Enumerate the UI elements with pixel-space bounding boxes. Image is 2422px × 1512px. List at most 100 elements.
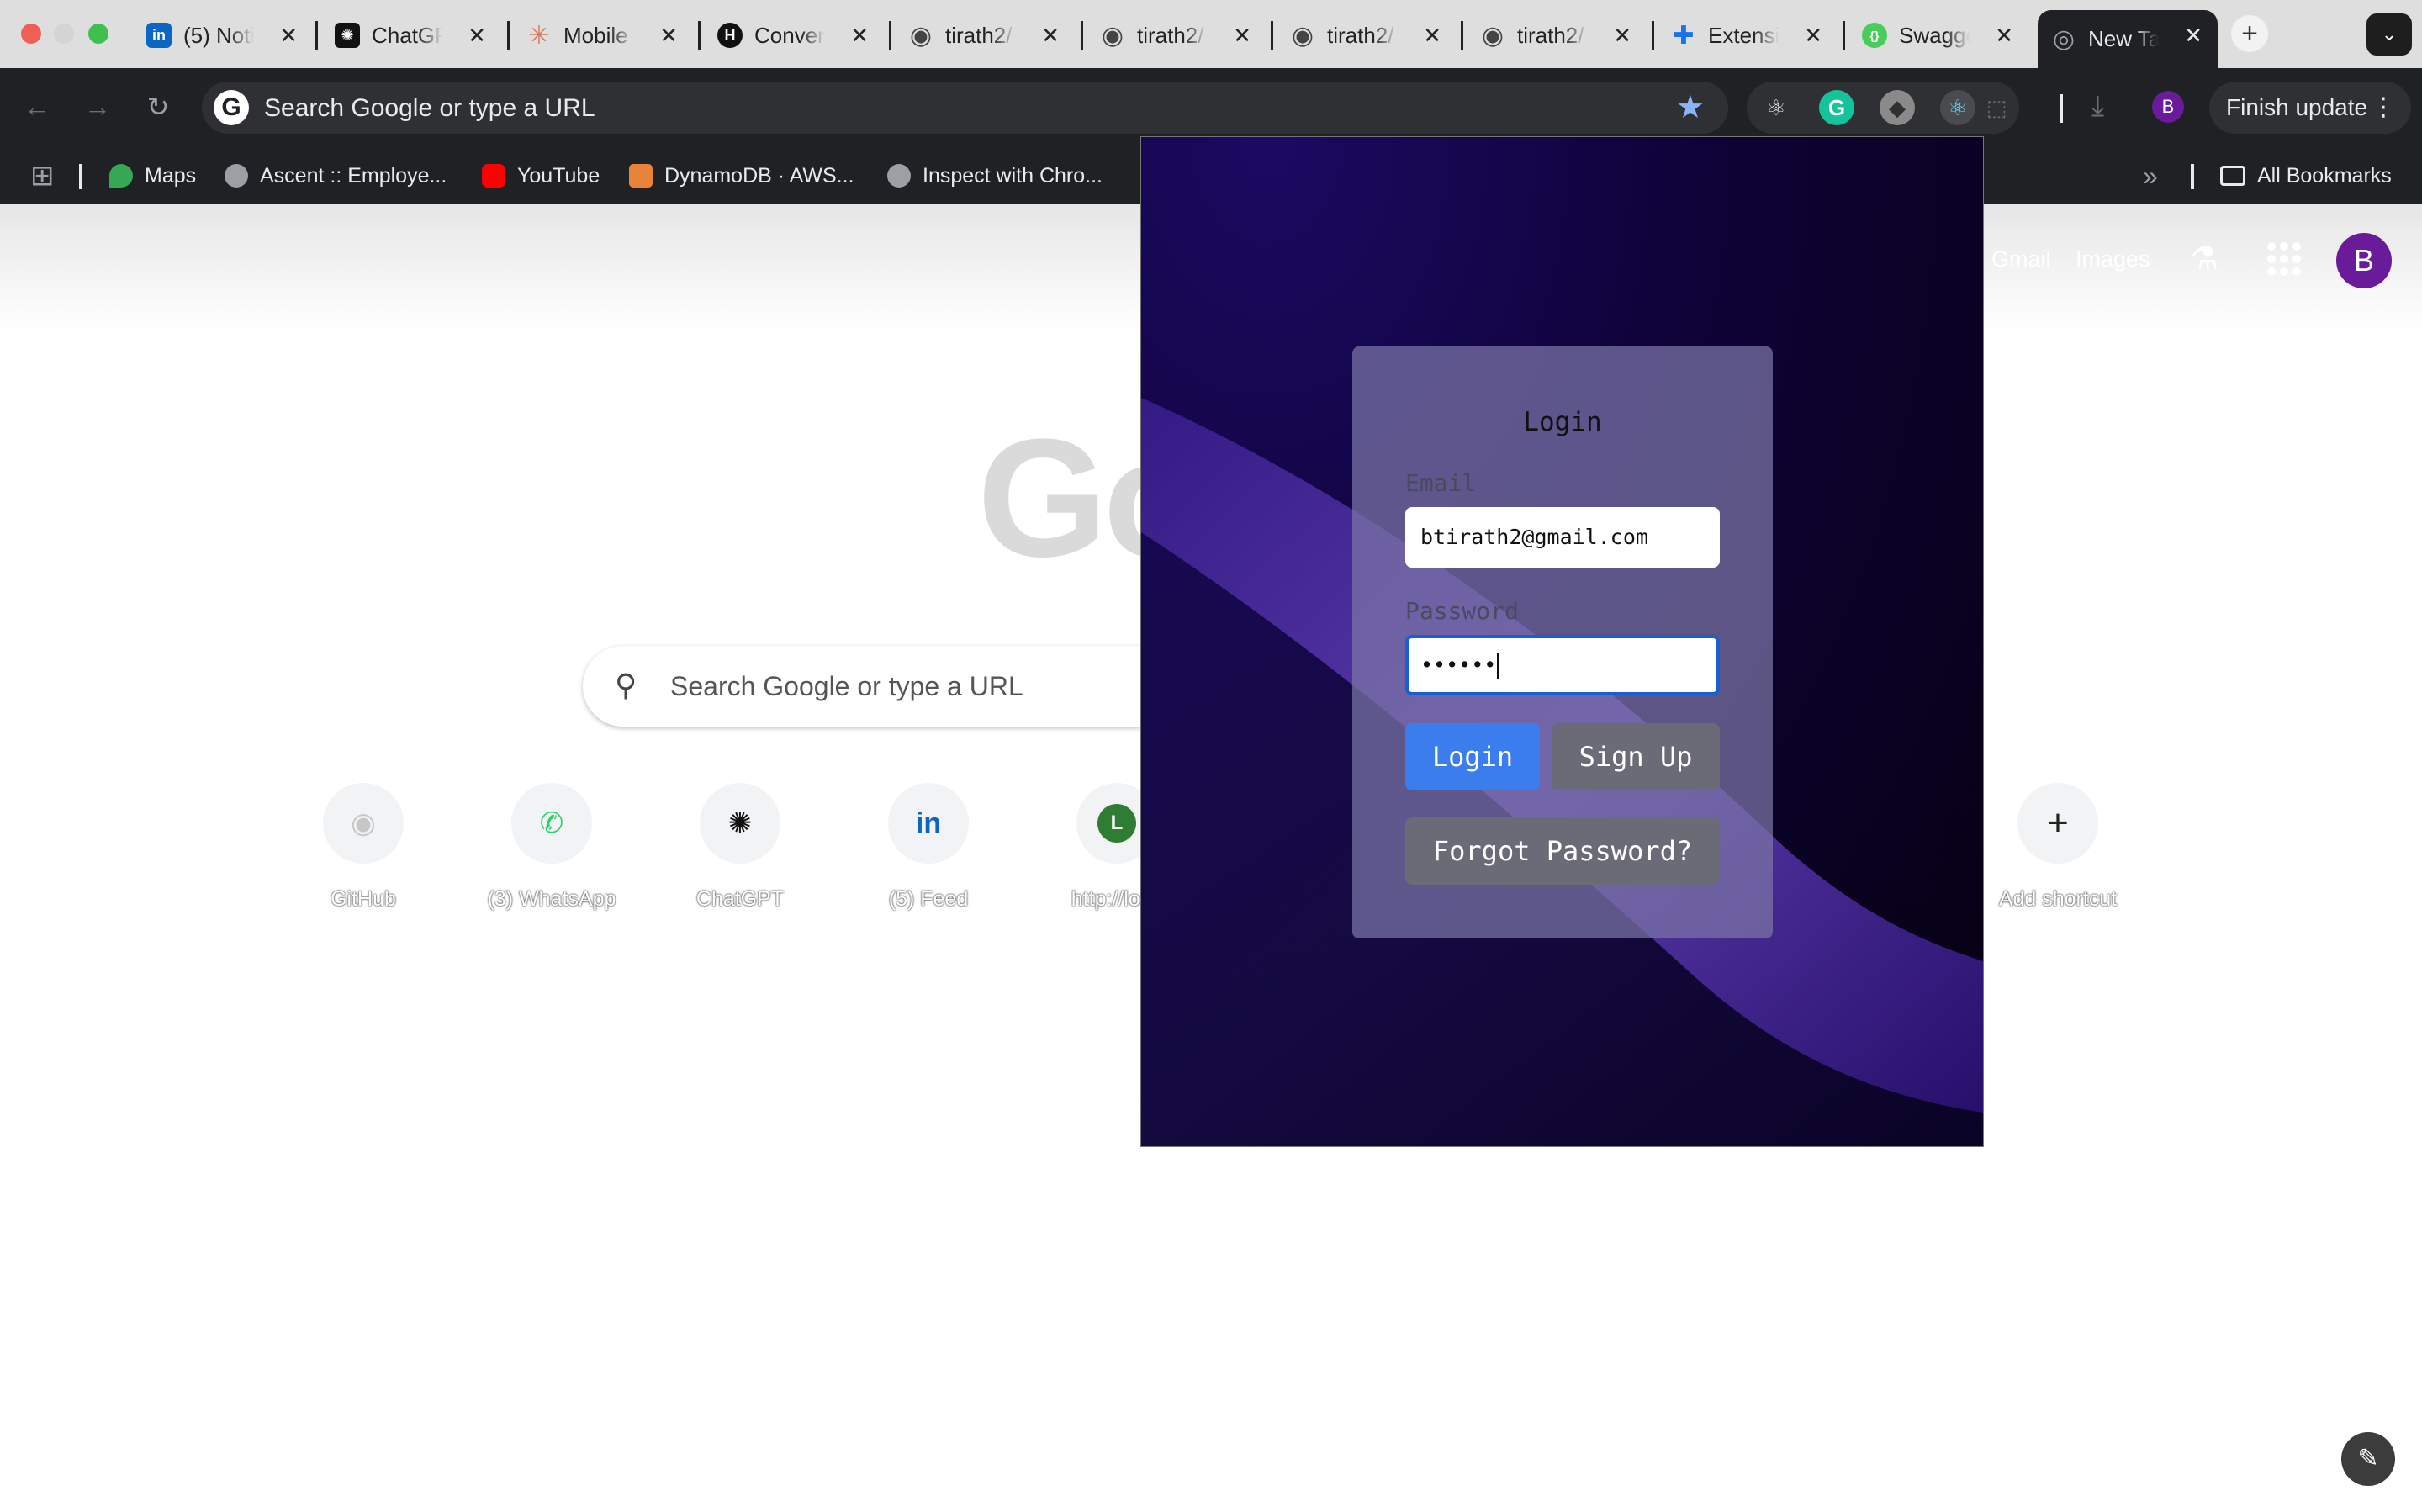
tab-github-1[interactable]: ◉ tirath2/ ✕ <box>895 10 1075 61</box>
bookmark-dynamodb[interactable]: DynamoDB · AWS... <box>629 161 854 191</box>
all-bookmarks-button[interactable]: All Bookmarks <box>2220 161 2392 191</box>
images-link[interactable]: Images <box>2076 246 2150 272</box>
email-label: Email <box>1405 469 1477 497</box>
extensions-puzzle-icon[interactable]: ⬚ <box>1979 90 2014 125</box>
shortcut-label: Add shortcut <box>1998 887 2118 911</box>
shortcut-linkedin-feed[interactable]: in (5) Feed <box>853 783 1004 934</box>
shortcut-chatgpt[interactable]: ✺ ChatGPT <box>664 783 816 934</box>
address-bar-placeholder: Search Google or type a URL <box>264 94 595 122</box>
bookmark-star-icon[interactable]: ★ <box>1676 90 1705 125</box>
grammarly-icon[interactable]: G <box>1819 90 1854 125</box>
tab-search-button[interactable]: ⌄ <box>2366 13 2412 56</box>
finish-update-button[interactable]: Finish update ⋮ <box>2209 82 2411 134</box>
kebab-menu-icon[interactable]: ⋮ <box>2371 82 2396 134</box>
shield-icon[interactable]: ◆ <box>1880 90 1915 125</box>
labs-flask-icon[interactable]: ⚗ <box>2190 240 2218 278</box>
claude-icon: ✳ <box>528 21 550 50</box>
all-bookmarks-label: All Bookmarks <box>2257 163 2392 188</box>
tab-close-icon[interactable]: ✕ <box>659 24 678 47</box>
swagger-icon: {} <box>1862 23 1887 48</box>
forward-button[interactable]: → <box>77 87 118 127</box>
login-card: Login Email btirath2@gmail.com Password … <box>1352 346 1773 938</box>
bookmark-youtube[interactable]: YouTube <box>482 161 600 191</box>
ntp-search-placeholder: Search Google or type a URL <box>670 671 1023 701</box>
tab-title: tirath2/ <box>1137 22 1204 48</box>
tab-close-icon[interactable]: ✕ <box>1613 24 1631 47</box>
globe-icon <box>887 164 911 188</box>
github-icon: ◉ <box>1481 21 1504 50</box>
tab-close-icon[interactable]: ✕ <box>850 24 869 47</box>
email-field[interactable]: btirath2@gmail.com <box>1405 507 1720 568</box>
tab-title: (5) Noti <box>183 22 254 48</box>
tab-convert[interactable]: H Conver ✕ <box>704 10 884 61</box>
tab-close-icon[interactable]: ✕ <box>1804 24 1822 47</box>
gmail-link[interactable]: Gmail <box>1991 246 2051 272</box>
profile-avatar[interactable]: B <box>2152 91 2184 123</box>
bookmark-inspect[interactable]: Inspect with Chro... <box>887 161 1103 191</box>
search-icon: ⚲ <box>615 668 637 702</box>
bookmark-label: YouTube <box>517 163 600 188</box>
tab-github-2[interactable]: ◉ tirath2/ ✕ <box>1087 10 1267 61</box>
tab-separator <box>1081 21 1083 50</box>
shortcut-label: ChatGPT <box>695 887 785 911</box>
tab-github-4[interactable]: ◉ tirath2/ ✕ <box>1467 10 1647 61</box>
bookmark-separator <box>2191 164 2194 189</box>
tab-separator <box>507 21 510 50</box>
download-icon[interactable]: ⤓ <box>2091 90 2104 123</box>
text-caret <box>1497 653 1499 679</box>
toolbar-divider <box>2060 94 2063 123</box>
tab-close-icon[interactable]: ✕ <box>1995 24 2013 47</box>
reload-button[interactable]: ↻ <box>138 87 178 127</box>
password-field[interactable]: •••••• <box>1405 635 1720 695</box>
tab-close-icon[interactable]: ✕ <box>2184 24 2203 47</box>
bookmark-separator <box>79 164 82 189</box>
signup-button[interactable]: Sign Up <box>1552 723 1720 790</box>
password-label: Password <box>1405 597 1519 625</box>
tab-chatgpt[interactable]: ✺ ChatGP ✕ <box>321 10 501 61</box>
address-bar[interactable]: G Search Google or type a URL ★ <box>202 82 1728 134</box>
shortcut-github[interactable]: ◉ GitHub <box>288 783 439 934</box>
maximize-window-button[interactable] <box>88 24 108 44</box>
tab-separator <box>315 21 318 50</box>
bookmark-maps[interactable]: Maps <box>109 161 196 191</box>
bookmarks-overflow-icon[interactable]: » <box>2143 161 2158 191</box>
tab-close-icon[interactable]: ✕ <box>468 24 486 47</box>
shortcut-whatsapp[interactable]: ✆ (3) WhatsApp <box>476 783 627 934</box>
tab-close-icon[interactable]: ✕ <box>1041 24 1060 47</box>
bookmark-label: Inspect with Chro... <box>923 163 1103 188</box>
plus-icon: + <box>2017 783 2098 864</box>
login-button[interactable]: Login <box>1405 723 1540 790</box>
back-button[interactable]: ← <box>17 87 57 127</box>
minimize-window-button[interactable] <box>54 24 74 44</box>
close-window-button[interactable] <box>21 24 41 44</box>
react-devtools-icon[interactable]: ⚛ <box>1758 90 1794 125</box>
tab-close-icon[interactable]: ✕ <box>279 24 298 47</box>
tab-separator <box>1461 21 1463 50</box>
tab-github-3[interactable]: ◉ tirath2/ ✕ <box>1277 10 1457 61</box>
bookmark-label: Ascent :: Employe... <box>260 163 447 188</box>
tab-title: tirath2/ <box>1517 22 1584 48</box>
tab-title: tirath2/ <box>1327 22 1394 48</box>
customize-edit-button[interactable]: ✎ <box>2341 1432 2395 1486</box>
github-icon: ◉ <box>1291 21 1314 50</box>
tab-linkedin-notifications[interactable]: in (5) Noti ✕ <box>133 10 313 61</box>
forgot-password-button[interactable]: Forgot Password? <box>1405 817 1720 885</box>
tab-swagger[interactable]: {} Swagge ✕ <box>1848 10 2028 61</box>
google-apps-icon[interactable] <box>2267 242 2301 276</box>
tab-new-tab[interactable]: ◎ New Ta ✕ <box>2038 10 2218 68</box>
tab-close-icon[interactable]: ✕ <box>1423 24 1441 47</box>
tab-extensions[interactable]: ✚ Extensi ✕ <box>1658 10 1838 61</box>
react-extension-icon[interactable]: ⚛ <box>1940 90 1975 125</box>
tab-strip: in (5) Noti ✕ ✺ ChatGP ✕ ✳ Mobile I ✕ H … <box>0 0 2422 68</box>
tab-title: ChatGP <box>372 22 442 48</box>
google-icon: G <box>214 90 249 125</box>
apps-grid-icon[interactable]: ⊞ <box>30 160 55 192</box>
tab-separator <box>1652 21 1654 50</box>
tab-mobile[interactable]: ✳ Mobile I ✕ <box>513 10 693 61</box>
shortcut-add[interactable]: + Add shortcut <box>1982 783 2134 934</box>
new-tab-button[interactable]: + <box>2231 15 2268 52</box>
account-avatar[interactable]: B <box>2336 233 2392 288</box>
tab-close-icon[interactable]: ✕ <box>1233 24 1251 47</box>
bookmark-ascent[interactable]: Ascent :: Employe... <box>225 161 447 191</box>
aws-icon <box>629 164 653 188</box>
